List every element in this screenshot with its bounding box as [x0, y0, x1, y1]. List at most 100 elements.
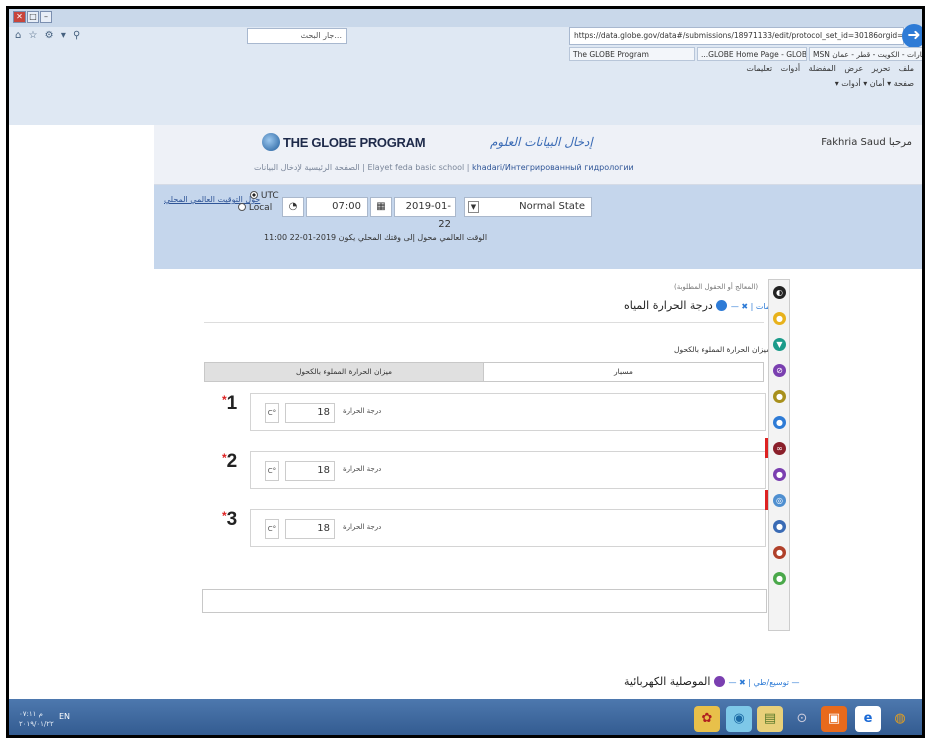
menu-bar: ملف تحرير عرض المفضلة أدوات تعليمات [746, 64, 914, 73]
utc-radio[interactable]: UTC [250, 191, 279, 201]
tab-globe-program[interactable]: The GLOBE Program [569, 47, 695, 61]
maximize-icon[interactable]: □ [27, 11, 39, 23]
breadcrumb: الصفحة الرئيسية لإدخال البيانات | Elayet… [254, 163, 634, 172]
alkalinity-icon[interactable]: ● [773, 546, 786, 559]
disc-app-icon[interactable]: ⊙ [789, 706, 815, 732]
row-number-1: *1 [222, 393, 238, 414]
instrument-label: *ميزان الحرارة المملوء بالكحول [674, 345, 774, 354]
language-indicator[interactable]: EN [59, 712, 70, 721]
thermometer-gold-icon[interactable]: ● [773, 390, 786, 403]
measurement-row-2: C° 18 درجة الحرارة [250, 451, 766, 489]
protocol-form: (المعالج أو الحقول المطلوبة) تعليمات | ✖… [154, 269, 922, 699]
taskbar: م ۰۷:۱۱ ۲۰۱۹/۰۱/۲۲ EN ✿ ◉ ▤ ⊙ ▣ e ◍ [9, 699, 922, 735]
sun-icon[interactable]: ● [773, 312, 786, 325]
taskbar-clock[interactable]: م ۰۷:۱۱ ۲۰۱۹/۰۱/۲۲ [19, 709, 54, 729]
clock-date: ۲۰۱۹/۰۱/۲۲ [19, 720, 54, 728]
state-select[interactable]: ▼ Normal State [464, 197, 592, 217]
address-bar[interactable]: https://data.globe.gov/data#/submissions… [569, 27, 904, 45]
conductivity-icon[interactable]: ● [773, 468, 786, 481]
user-name: Fakhria Saud [821, 137, 886, 148]
greeting-text: مرحبا [888, 137, 912, 148]
close-icon[interactable]: ✕ [13, 11, 26, 23]
temperature-label: درجة الحرارة [343, 465, 382, 473]
divider [204, 322, 764, 323]
office-app-icon[interactable]: ✿ [694, 706, 720, 732]
segment-alcohol[interactable]: ميزان الحرارة المملوء بالكحول [205, 363, 484, 381]
utc-label: UTC [260, 191, 279, 201]
title-bar: ✕ □ – [9, 9, 922, 27]
clock-icon[interactable]: ◔ [282, 197, 304, 217]
conductivity-icon [713, 676, 725, 687]
conductivity-section-title: — توسيع/طي | ✖ — الموصلية الكهربائية [624, 675, 800, 688]
measurement-row-3: C° 18 درجة الحرارة [250, 509, 766, 547]
folder-icon[interactable]: ▤ [757, 706, 783, 732]
segment-probe[interactable]: مسبار [484, 363, 763, 381]
media-app-icon[interactable]: ◉ [726, 706, 752, 732]
breadcrumb-site[interactable]: khadari/Интегрированный гидрологии [472, 163, 634, 172]
date-input[interactable]: 2019-01-22 [394, 197, 456, 230]
datetime-toolbar: حول التوقيت العالمي المحلي UTC Local ◔ 0… [154, 185, 922, 269]
water-temp-section-title: تعليمات | ✖ — درجة الحرارة المياه [624, 299, 782, 312]
chevron-down-icon: ▼ [468, 201, 479, 213]
local-radio[interactable]: Local [238, 203, 272, 213]
calendar-icon[interactable]: ▦ [370, 197, 392, 217]
time-input[interactable]: 07:00 [306, 197, 368, 217]
salinity-icon[interactable]: ∞ [773, 442, 786, 455]
dissolved-oxygen-icon[interactable]: ◎ [773, 494, 786, 507]
menu-view[interactable]: عرض [844, 64, 863, 73]
comments-input[interactable] [202, 589, 767, 613]
web-page: THE GLOBE PROGRAM إدخال البيانات العلوم … [9, 125, 922, 699]
breadcrumb-school[interactable]: Elayet feda basic school [368, 163, 465, 172]
temperature-input[interactable]: 18 [285, 461, 335, 481]
search-input[interactable]: ...جار البحث [247, 28, 347, 44]
thermometer-icon[interactable]: ● [773, 416, 786, 429]
transparency-icon[interactable]: ● [773, 520, 786, 533]
breadcrumb-home[interactable]: الصفحة الرئيسية لإدخال البيانات [254, 163, 360, 172]
tab-globe-home[interactable]: ...GLOBE Home Page - GLOBE.g [697, 47, 807, 61]
favorites-icons[interactable]: ⌂ ☆ ⚙ ▾ ⚲ [15, 30, 82, 41]
time-conversion-note: الوقت العالمي محول إلى وقتك المحلي يكون … [264, 233, 488, 242]
menu-favorites[interactable]: المفضلة [809, 64, 836, 73]
instrument-toggle: ميزان الحرارة المملوء بالكحول مسبار [204, 362, 764, 382]
forward-arrow-icon[interactable]: ➜ [902, 24, 922, 48]
menu-edit[interactable]: تحرير [872, 64, 890, 73]
contrast-icon[interactable]: ◐ [773, 286, 786, 299]
radio-empty-icon [238, 203, 246, 211]
browser-chrome: ✕ □ – ⌂ ☆ ⚙ ▾ ⚲ ...جار البحث https://dat… [9, 9, 922, 125]
unit-label: C° [265, 403, 279, 423]
thermometer-icon [716, 300, 728, 311]
logo-text: THE GLOBE PROGRAM [283, 135, 426, 150]
globe-logo[interactable]: THE GLOBE PROGRAM [262, 133, 426, 151]
internet-explorer-icon[interactable]: e [855, 706, 881, 732]
state-value: Normal State [519, 201, 585, 212]
measurement-row-1: C° 18 درجة الحرارة [250, 393, 766, 431]
nitrate-icon[interactable]: ● [773, 572, 786, 585]
radio-selected-icon [250, 191, 258, 199]
command-bar[interactable]: صفحة ▾ أمان ▾ أدوات ▾ [835, 79, 914, 88]
temperature-input[interactable]: 18 [285, 519, 335, 539]
section-links[interactable]: — توسيع/طي | ✖ — [728, 678, 799, 687]
user-greeting[interactable]: Fakhria Saud مرحبا [821, 137, 912, 148]
local-label: Local [248, 203, 273, 213]
screen-frame: ✕ □ – ⌂ ☆ ⚙ ▾ ⚲ ...جار البحث https://dat… [6, 6, 925, 738]
tab-msn[interactable]: MSN الإمارات - الكويت - قطر - عمان ... [809, 47, 922, 61]
globe-icon [262, 133, 280, 151]
firefox-icon[interactable]: ◍ [887, 706, 913, 732]
clock-time: م ۰۷:۱۱ [19, 710, 43, 718]
tab-strip: The GLOBE Program ...GLOBE Home Page - G… [569, 47, 922, 61]
menu-help[interactable]: تعليمات [746, 64, 772, 73]
required-marker [765, 438, 768, 458]
protocol-sidebar: ◐ ● ▼ ⊘ ● ● ∞ ● ◎ ● ● ● [765, 279, 790, 631]
section-title-text: الموصلية الكهربائية [624, 675, 711, 688]
temperature-input[interactable]: 18 [285, 403, 335, 423]
menu-file[interactable]: ملف [899, 64, 914, 73]
menu-tools[interactable]: أدوات [781, 64, 800, 73]
temperature-label: درجة الحرارة [343, 407, 382, 415]
required-hint: (المعالج أو الحقول المطلوبة) [674, 283, 759, 291]
minimize-icon[interactable]: – [40, 11, 52, 23]
water-icon[interactable]: ▼ [773, 338, 786, 351]
app-icon[interactable]: ▣ [821, 706, 847, 732]
required-marker [765, 490, 768, 510]
ph-icon[interactable]: ⊘ [773, 364, 786, 377]
site-header: THE GLOBE PROGRAM إدخال البيانات العلوم … [154, 125, 922, 185]
